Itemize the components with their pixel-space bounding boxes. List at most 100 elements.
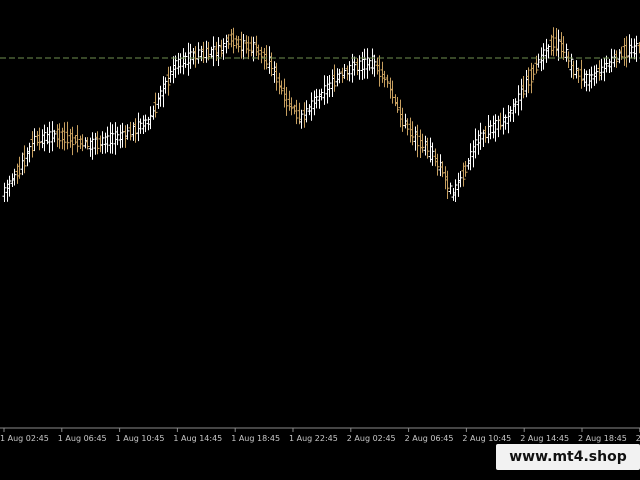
ohlc-bar [483, 126, 488, 143]
ohlc-bar [264, 45, 269, 70]
ohlc-bar [100, 131, 105, 154]
ohlc-bar [211, 36, 216, 67]
ohlc-bar [599, 58, 604, 81]
ohlc-bar [554, 28, 559, 57]
time-axis-tick-label: 1 Aug 06:45 [58, 434, 107, 443]
ohlc-bar [176, 52, 181, 75]
ohlc-bar [390, 80, 395, 104]
ohlc-bar [559, 32, 564, 58]
ohlc-bar [521, 76, 526, 99]
time-axis-tick-label: 2 Aug 06:45 [405, 434, 454, 443]
ohlc-bar [322, 75, 327, 105]
ohlc-bar [138, 118, 143, 134]
ohlc-bar [496, 115, 501, 138]
ohlc-bar [35, 131, 40, 146]
ohlc-bar [62, 122, 67, 151]
ohlc-bar [241, 34, 246, 60]
ohlc-bar [219, 39, 224, 57]
ohlc-bar [239, 31, 244, 59]
ohlc-bar [85, 137, 90, 150]
ohlc-bar [254, 35, 259, 56]
ohlc-bar [536, 53, 541, 68]
ohlc-bar [443, 166, 448, 190]
ohlc-bar [571, 60, 576, 80]
ohlc-bar [55, 124, 60, 148]
ohlc-bar [25, 147, 30, 167]
ohlc-bar [403, 113, 408, 129]
ohlc-bar [108, 122, 113, 154]
ohlc-bar [579, 59, 584, 89]
ohlc-bar [178, 53, 183, 74]
ohlc-bar [156, 92, 161, 109]
ohlc-bar [146, 116, 151, 131]
ohlc-bar [98, 135, 103, 153]
ohlc-bars [2, 27, 640, 202]
ohlc-bar [221, 38, 226, 60]
ohlc-bar [627, 34, 632, 63]
ohlc-bar [47, 121, 52, 153]
ohlc-bar [30, 131, 35, 158]
ohlc-bar [40, 129, 45, 149]
ohlc-bar [297, 102, 302, 125]
ohlc-bar [27, 142, 32, 163]
ohlc-bar [549, 34, 554, 56]
ohlc-bar [22, 145, 27, 174]
ohlc-bar [481, 129, 486, 147]
ohlc-bar [435, 153, 440, 176]
ohlc-bar [284, 87, 289, 116]
ohlc-bar [486, 115, 491, 144]
ohlc-bar [131, 122, 136, 141]
ohlc-bar [125, 124, 130, 140]
ohlc-bar [75, 125, 80, 153]
ohlc-bar [400, 107, 405, 132]
ohlc-bar [118, 124, 123, 149]
ohlc-bar [561, 36, 566, 60]
ohlc-bar [597, 60, 602, 81]
ohlc-bar [589, 66, 594, 89]
ohlc-bar [367, 58, 372, 71]
ohlc-bar [503, 114, 508, 130]
time-axis-tick-label: 2 Aug 14:45 [520, 434, 569, 443]
ohlc-bar [574, 60, 579, 79]
ohlc-bar [370, 48, 375, 75]
ohlc-bar [201, 41, 206, 63]
ohlc-bar [78, 135, 83, 149]
ohlc-bar [110, 124, 115, 154]
time-axis-tick-label: 1 Aug 14:45 [173, 434, 222, 443]
ohlc-bar [594, 64, 599, 84]
ohlc-bar [262, 48, 267, 70]
time-axis-tick-label: 1 Aug 22:45 [289, 434, 338, 443]
price-chart[interactable]: 1 Aug 02:45 1 Aug 06:45 1 Aug 10:45 1 Aug 1… [0, 0, 640, 480]
ohlc-bar [105, 126, 110, 153]
ohlc-bar [282, 78, 287, 108]
ohlc-bar [395, 97, 400, 113]
ohlc-bar [602, 57, 607, 82]
ohlc-bar [246, 36, 251, 60]
ohlc-bar [50, 121, 55, 152]
ohlc-bar [362, 48, 367, 79]
ohlc-bar [83, 137, 88, 149]
ohlc-bar [471, 140, 476, 168]
ohlc-bar [277, 72, 282, 95]
ohlc-bar [445, 170, 450, 199]
ohlc-bar [120, 122, 125, 148]
ohlc-bar [607, 58, 612, 73]
ohlc-bar [513, 98, 518, 114]
ohlc-bar [398, 99, 403, 128]
chart-area[interactable]: 1 Aug 02:45 1 Aug 06:45 1 Aug 10:45 1 Aug 1… [0, 0, 640, 480]
ohlc-bar [488, 120, 493, 140]
time-axis-tick-label: 1 Aug 10:45 [116, 434, 165, 443]
ohlc-bar [355, 58, 360, 76]
ohlc-bar [458, 171, 463, 188]
ohlc-bar [42, 124, 47, 152]
ohlc-bar [136, 112, 141, 142]
ohlc-bar [566, 51, 571, 68]
time-axis-tick-label: 2 Aug 22:45 [636, 434, 640, 443]
ohlc-bar [493, 114, 498, 142]
ohlc-bar [526, 67, 531, 94]
ohlc-bar [531, 64, 536, 81]
ohlc-bar [115, 126, 120, 146]
ohlc-bar [183, 52, 188, 68]
ohlc-bar [103, 132, 108, 154]
ohlc-bar [317, 89, 322, 109]
